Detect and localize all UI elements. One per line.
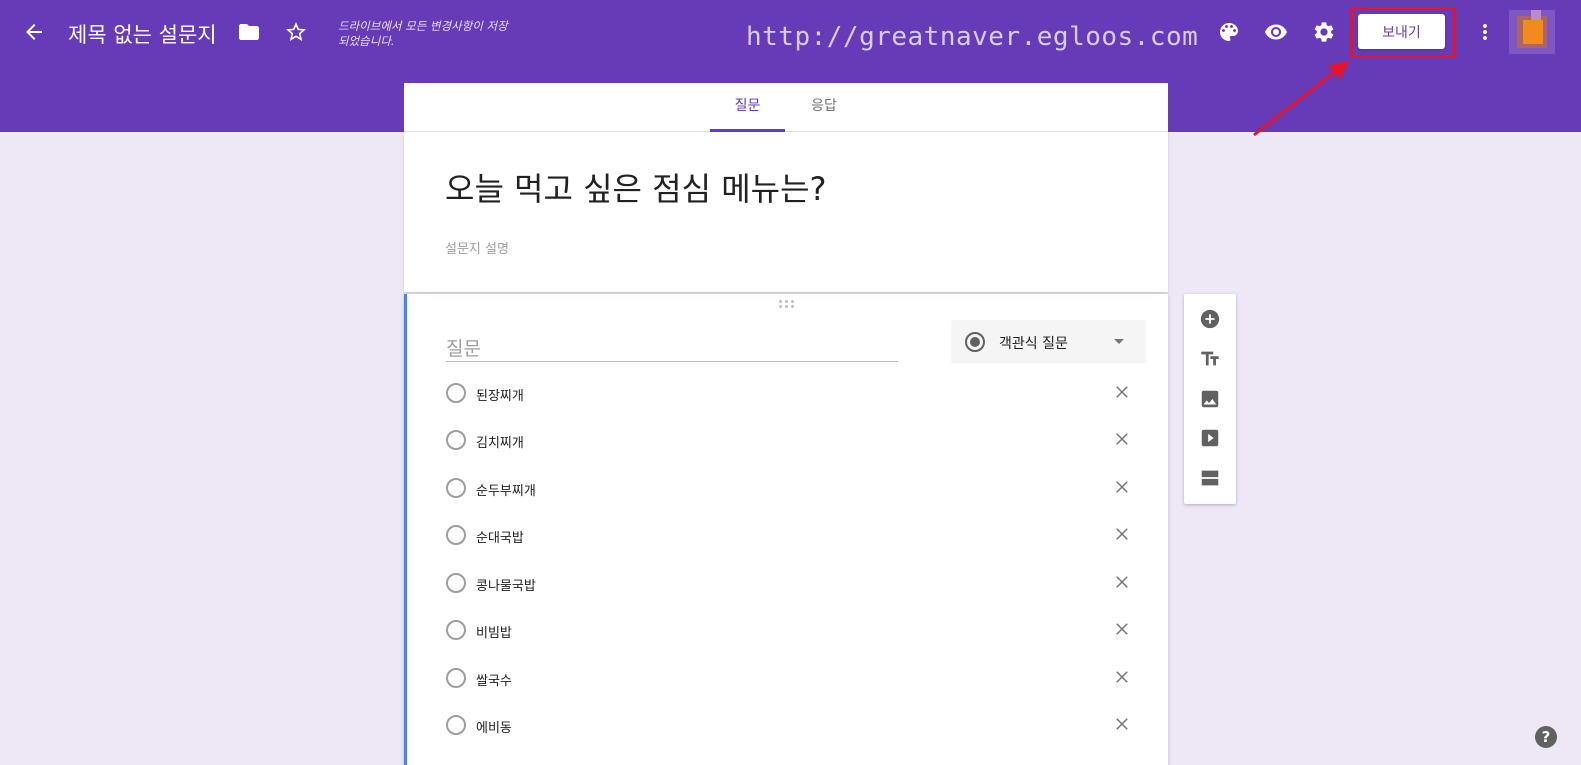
option-radio[interactable] bbox=[446, 430, 466, 450]
drag-handle-icon[interactable] bbox=[779, 300, 797, 310]
option-row: 콩나물국밥 bbox=[446, 569, 1146, 599]
close-icon[interactable] bbox=[1110, 617, 1134, 641]
option-row: 비빔밥 bbox=[446, 616, 1146, 646]
option-label[interactable]: 쌀국수 bbox=[476, 670, 512, 689]
option-label[interactable]: 비빔밥 bbox=[476, 622, 512, 641]
option-radio[interactable] bbox=[446, 573, 466, 593]
close-icon[interactable] bbox=[1110, 570, 1134, 594]
option-radio[interactable] bbox=[446, 620, 466, 640]
option-label[interactable]: 콩나물국밥 bbox=[476, 575, 536, 594]
close-icon[interactable] bbox=[1110, 665, 1134, 689]
form-header-card: 오늘 먹고 싶은 점심 메뉴는? 설문지 설명 bbox=[404, 132, 1168, 292]
save-status: 드라이브에서 모든 변경사항이 저장되었습니다. bbox=[338, 19, 508, 48]
option-row: 순두부찌개 bbox=[446, 474, 1146, 504]
tab-responses[interactable]: 응답 bbox=[789, 83, 859, 132]
question-card[interactable]: 질문 객관식 질문 된장찌개 김치찌개 순두부찌개 순대국밥 콩나물국밥 비빔밥… bbox=[404, 294, 1168, 765]
doc-title[interactable]: 제목 없는 설문지 bbox=[68, 19, 217, 49]
option-row: 순대국밥 bbox=[446, 521, 1146, 551]
palette-icon[interactable] bbox=[1214, 17, 1244, 47]
side-toolbar bbox=[1184, 294, 1236, 504]
option-radio[interactable] bbox=[446, 668, 466, 688]
tabs-bar: 질문 응답 bbox=[404, 83, 1168, 132]
question-type-label: 객관식 질문 bbox=[999, 336, 1068, 352]
eye-icon[interactable] bbox=[1261, 17, 1291, 47]
back-arrow-icon[interactable] bbox=[19, 17, 49, 47]
add-video-icon[interactable] bbox=[1197, 425, 1223, 451]
star-icon[interactable] bbox=[281, 17, 311, 47]
watermark-text: http://greatnaver.egloos.com bbox=[746, 22, 1199, 52]
form-title[interactable]: 오늘 먹고 싶은 점심 메뉴는? bbox=[445, 164, 827, 210]
add-title-icon[interactable] bbox=[1197, 346, 1223, 372]
close-icon[interactable] bbox=[1110, 475, 1134, 499]
question-title-input[interactable]: 질문 bbox=[446, 334, 898, 362]
add-question-icon[interactable] bbox=[1197, 306, 1223, 332]
option-row: 김치찌개 bbox=[446, 426, 1146, 456]
option-radio[interactable] bbox=[446, 525, 466, 545]
close-icon[interactable] bbox=[1110, 427, 1134, 451]
add-image-icon[interactable] bbox=[1197, 386, 1223, 412]
option-row: 쌀국수 bbox=[446, 664, 1146, 694]
option-label[interactable]: 김치찌개 bbox=[476, 432, 524, 451]
gear-icon[interactable] bbox=[1309, 17, 1339, 47]
option-label[interactable]: 순대국밥 bbox=[476, 527, 524, 546]
question-type-dropdown[interactable]: 객관식 질문 bbox=[951, 320, 1146, 363]
close-icon[interactable] bbox=[1110, 380, 1134, 404]
option-label[interactable]: 된장찌개 bbox=[476, 385, 524, 404]
radio-button-icon bbox=[965, 332, 985, 352]
option-row: 된장찌개 bbox=[446, 379, 1146, 409]
option-label[interactable]: 순두부찌개 bbox=[476, 480, 536, 499]
option-radio[interactable] bbox=[446, 383, 466, 403]
option-row: 에비동 bbox=[446, 711, 1146, 741]
close-icon[interactable] bbox=[1110, 522, 1134, 546]
option-label[interactable]: 에비동 bbox=[476, 717, 512, 736]
send-button[interactable]: 보내기 bbox=[1358, 14, 1445, 49]
dropdown-caret-icon bbox=[1114, 339, 1124, 344]
tab-questions[interactable]: 질문 bbox=[710, 83, 785, 132]
help-button[interactable]: ? bbox=[1535, 726, 1557, 748]
add-section-icon[interactable] bbox=[1197, 465, 1223, 491]
folder-icon[interactable] bbox=[234, 17, 264, 47]
avatar[interactable] bbox=[1509, 10, 1555, 54]
close-icon[interactable] bbox=[1110, 712, 1134, 736]
form-description-field[interactable]: 설문지 설명 bbox=[445, 238, 509, 257]
option-radio[interactable] bbox=[446, 478, 466, 498]
option-radio[interactable] bbox=[446, 715, 466, 735]
more-vert-icon[interactable] bbox=[1470, 17, 1500, 47]
